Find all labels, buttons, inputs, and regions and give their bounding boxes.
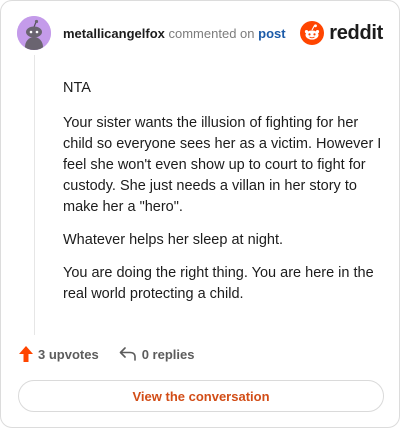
post-link[interactable]: post: [258, 26, 285, 41]
comment-paragraph: Whatever helps her sleep at night.: [63, 232, 284, 248]
view-conversation-button[interactable]: View the conversation: [18, 380, 384, 412]
reddit-logo-icon: [300, 21, 325, 45]
reply-button[interactable]: 0 replies: [119, 346, 195, 362]
upvote-button[interactable]: 3 upvotes: [19, 346, 99, 362]
reddit-logo[interactable]: reddit: [300, 21, 383, 45]
comment-paragraph: NTA: [63, 80, 91, 96]
upvote-arrow-icon: [19, 346, 33, 362]
comment-card: metallicangelfox commented on post reddi…: [0, 0, 400, 428]
comment-paragraph: Your sister wants the illusion of fighti…: [63, 115, 382, 215]
thread-line: [34, 55, 35, 335]
avatar[interactable]: [17, 16, 51, 50]
reply-arrow-icon: [119, 347, 136, 361]
comment-header: metallicangelfox commented on post: [63, 26, 286, 42]
reddit-wordmark: reddit: [329, 21, 383, 44]
comment-actions: 3 upvotes 0 replies: [19, 346, 214, 362]
reply-count: 0 replies: [141, 346, 195, 362]
username[interactable]: metallicangelfox: [63, 26, 165, 41]
comment-body: NTA Your sister wants the illusion of fi…: [63, 78, 383, 317]
view-conversation-label: View the conversation: [132, 388, 270, 404]
upvote-count: 3 upvotes: [38, 346, 99, 362]
comment-paragraph: You are doing the right thing. You are h…: [63, 265, 374, 302]
commented-on-text: commented on: [168, 26, 255, 41]
snoo-avatar-icon: [17, 16, 51, 50]
